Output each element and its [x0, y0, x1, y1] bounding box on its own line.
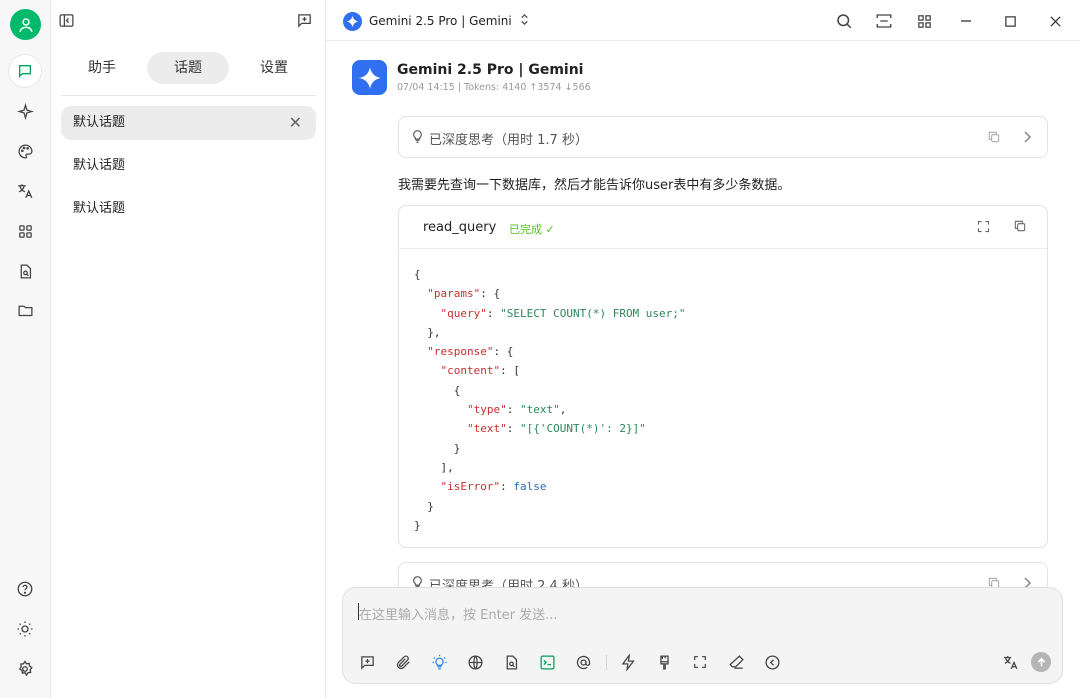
collapse-circle-icon[interactable] — [762, 652, 782, 672]
chevron-right-icon[interactable] — [1021, 130, 1033, 148]
settings-gear-icon[interactable] — [12, 656, 38, 682]
fullscreen-icon[interactable] — [690, 652, 710, 672]
copy-icon[interactable] — [987, 130, 1001, 148]
user-avatar[interactable] — [10, 9, 41, 40]
new-topic-icon[interactable] — [357, 652, 377, 672]
translate-icon[interactable] — [12, 178, 38, 204]
mention-icon[interactable] — [573, 652, 593, 672]
chat-icon[interactable] — [9, 55, 41, 87]
gemini-avatar-icon — [352, 60, 387, 95]
chevron-updown-icon — [519, 13, 530, 29]
topic-item[interactable]: 默认话题 — [61, 149, 316, 183]
theme-icon[interactable] — [12, 616, 38, 642]
top-bar: Gemini 2.5 Pro | Gemini — [326, 0, 1080, 41]
globe-icon[interactable] — [465, 652, 485, 672]
tool-status: 已完成 ✓ — [509, 223, 555, 236]
thinking-label: 已深度思考（用时 1.7 秒） — [429, 133, 588, 148]
tab-assistant[interactable]: 助手 — [61, 52, 143, 84]
terminal-icon[interactable] — [537, 652, 557, 672]
topic-label: 默认话题 — [73, 158, 126, 173]
layout-icon[interactable] — [873, 10, 895, 32]
lightbulb-icon[interactable] — [429, 652, 449, 672]
folder-icon[interactable] — [12, 297, 38, 323]
message-sender: Gemini 2.5 Pro | Gemini — [397, 62, 584, 78]
translate-icon[interactable] — [1000, 652, 1020, 672]
attachment-icon[interactable] — [393, 652, 413, 672]
icon-rail — [0, 0, 51, 698]
close-icon[interactable]: ✕ — [289, 106, 302, 140]
gemini-logo-icon — [343, 11, 362, 31]
send-icon[interactable] — [1031, 652, 1051, 672]
message-meta: 07/04 14:15 | Tokens: 4140 ↑3574 ↓566 — [397, 82, 591, 93]
tool-name: read_query — [423, 220, 497, 235]
model-label: Gemini 2.5 Pro | Gemini — [369, 14, 512, 28]
help-icon[interactable] — [12, 576, 38, 602]
window-close-icon[interactable] — [1044, 10, 1066, 32]
message-input-placeholder[interactable]: 在这里输入消息，按 Enter 发送... — [359, 604, 558, 623]
topic-label: 默认话题 — [73, 115, 126, 130]
sparkle-icon[interactable] — [12, 98, 38, 124]
tool-json-output: { "params": { "query": "SELECT COUNT(*) … — [414, 268, 686, 532]
apps-icon[interactable] — [12, 218, 38, 244]
model-selector[interactable]: Gemini 2.5 Pro | Gemini — [343, 11, 530, 31]
chat-main: Gemini 2.5 Pro | Gemini Gemini 2.5 Pro |… — [326, 0, 1080, 698]
message-input-box[interactable]: 在这里输入消息，按 Enter 发送... — [342, 587, 1063, 684]
topic-label: 默认话题 — [73, 201, 126, 216]
assistant-text: 我需要先查询一下数据库，然后才能告诉你user表中有多少条数据。 — [398, 178, 791, 193]
brush-icon[interactable] — [654, 652, 674, 672]
search-icon[interactable] — [833, 10, 855, 32]
minimize-icon[interactable] — [955, 10, 977, 32]
copy-icon[interactable] — [1013, 219, 1027, 237]
tab-settings[interactable]: 设置 — [233, 52, 315, 84]
lightbulb-icon — [410, 574, 425, 588]
file-search-icon[interactable] — [12, 258, 38, 284]
topic-panel: 助手 话题 设置 默认话题 ✕ 默认话题 默认话题 — [51, 0, 326, 698]
grid-icon[interactable] — [913, 10, 935, 32]
tool-call-block: read_query 已完成 ✓ { "params": { "query": … — [398, 205, 1048, 548]
thinking-block[interactable]: 已深度思考（用时 2.4 秒） — [398, 562, 1048, 588]
eraser-icon[interactable] — [726, 652, 746, 672]
panel-toolbar — [51, 0, 326, 41]
lightbulb-icon — [410, 128, 425, 149]
tool-call-header[interactable]: read_query 已完成 ✓ — [399, 206, 1047, 249]
lightning-icon[interactable] — [618, 652, 638, 672]
thinking-block[interactable]: 已深度思考（用时 1.7 秒） — [398, 116, 1048, 158]
topic-item[interactable]: 默认话题 — [61, 192, 316, 226]
new-topic-icon[interactable] — [293, 9, 315, 31]
panel-tabs: 助手 话题 设置 — [61, 52, 316, 96]
tab-topics[interactable]: 话题 — [147, 52, 229, 84]
file-search-icon[interactable] — [501, 652, 521, 672]
palette-icon[interactable] — [12, 138, 38, 164]
topic-item-active[interactable]: 默认话题 ✕ — [61, 106, 316, 140]
toolbar-divider — [606, 655, 607, 670]
sidebar-toggle-icon[interactable] — [55, 9, 77, 31]
maximize-icon[interactable] — [999, 10, 1021, 32]
expand-icon[interactable] — [976, 219, 991, 238]
